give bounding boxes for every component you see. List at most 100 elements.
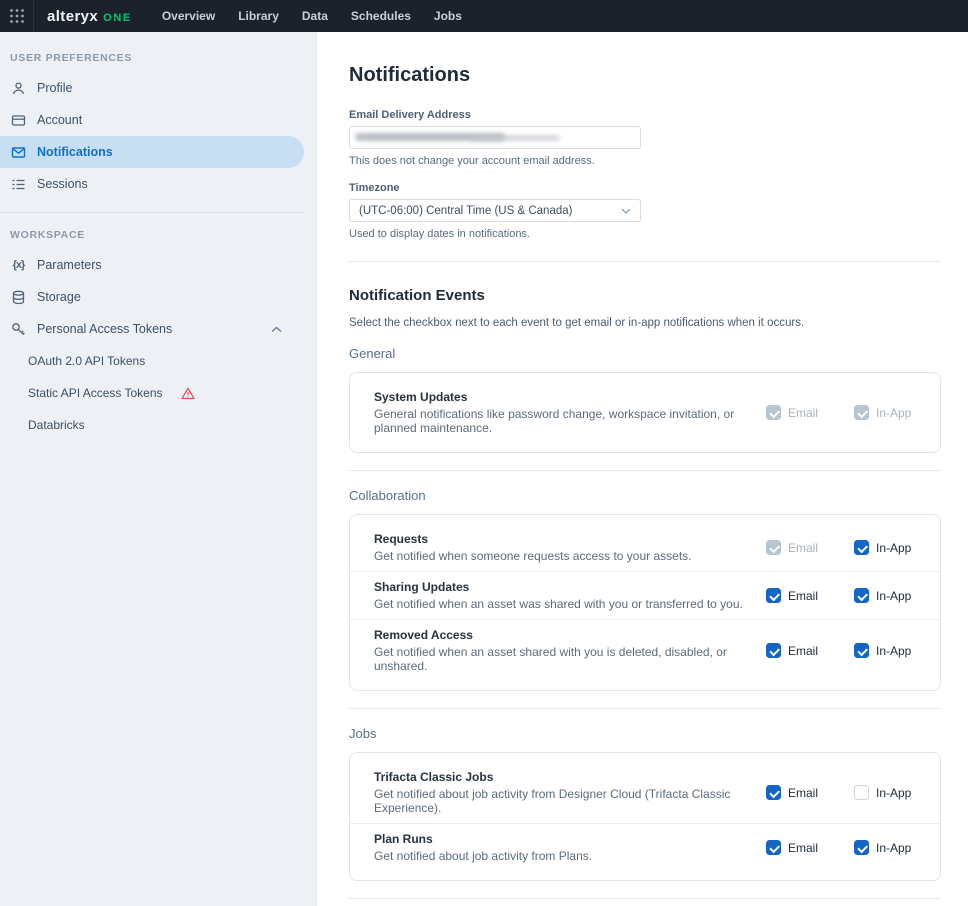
event-card: Requests Get notified when someone reque… [349,514,941,691]
warning-icon [181,387,195,400]
checkbox[interactable] [854,405,869,420]
inapp-checkbox[interactable]: In-App [854,588,916,603]
sidebar-item-label: Storage [37,290,81,304]
checkbox[interactable] [766,785,781,800]
checkbox[interactable] [766,405,781,420]
redacted-email-value [470,135,560,141]
checkbox[interactable] [854,540,869,555]
event-group-collaboration: Collaboration Requests Get notified when… [349,470,941,691]
event-group-general: General System Updates General notificat… [349,346,941,453]
checkbox[interactable] [854,785,869,800]
event-description: General notifications like password chan… [374,407,752,435]
sidebar-item-label: Sessions [37,177,88,191]
checkbox[interactable] [854,840,869,855]
inapp-checkbox[interactable]: In-App [854,643,916,658]
inapp-checkbox[interactable]: In-App [854,840,916,855]
checkbox[interactable] [766,588,781,603]
sidebar-item-static-api-access-tokens[interactable]: Static API Access Tokens [0,377,304,409]
user-icon [10,80,27,97]
event-row-trifacta-classic-jobs: Trifacta Classic Jobs Get notified about… [350,762,940,823]
sidebar-item-label: Account [37,113,82,127]
content-divider [349,261,941,262]
event-row-removed-access: Removed Access Get notified when an asse… [350,619,940,681]
nav-item-library[interactable]: Library [238,9,279,23]
event-title: Trifacta Classic Jobs [374,770,752,784]
sidebar-item-sessions[interactable]: Sessions [0,168,304,200]
nav-item-schedules[interactable]: Schedules [351,9,411,23]
event-title: Plan Runs [374,832,752,846]
event-card: System Updates General notifications lik… [349,372,941,453]
timezone-select[interactable]: (UTC-06:00) Central Time (US & Canada) [349,199,641,222]
top-navigation: Overview Library Data Schedules Jobs [162,9,462,23]
email-delivery-label: Email Delivery Address [349,109,941,121]
sidebar-section-workspace: WORKSPACE [0,217,316,249]
event-description: Get notified about job activity from Des… [374,787,752,815]
event-row-system-updates: System Updates General notifications lik… [350,382,940,443]
event-title: Requests [374,532,752,546]
sidebar-item-parameters[interactable]: {x} Parameters [0,249,304,281]
group-label: General [349,346,941,361]
checkbox[interactable] [766,540,781,555]
logo-brand-text: alteryx [47,8,98,25]
nav-item-jobs[interactable]: Jobs [434,9,462,23]
event-title: Sharing Updates [374,580,752,594]
email-checkbox[interactable]: Email [766,588,828,603]
group-divider [349,708,941,709]
notification-events-title: Notification Events [349,287,941,304]
inapp-checkbox[interactable]: In-App [854,405,916,420]
sidebar-section-user-preferences: USER PREFERENCES [0,40,316,72]
timezone-selected-value: (UTC-06:00) Central Time (US & Canada) [359,205,572,217]
sidebar-item-label: Profile [37,81,72,95]
event-group-jobs: Jobs Trifacta Classic Jobs Get notified … [349,708,941,881]
email-checkbox[interactable]: Email [766,540,828,555]
sidebar-item-label: Personal Access Tokens [37,322,172,336]
timezone-label: Timezone [349,182,941,194]
email-delivery-field: Email Delivery Address This does not cha… [349,109,941,167]
page-title: Notifications [349,64,941,87]
email-checkbox[interactable]: Email [766,840,828,855]
sidebar-item-profile[interactable]: Profile [0,72,304,104]
event-row-plan-runs: Plan Runs Get notified about job activit… [350,823,940,871]
app-grid-button[interactable] [0,0,34,32]
sidebar-divider [0,212,304,213]
checkbox[interactable] [854,588,869,603]
event-title: System Updates [374,390,752,404]
sidebar-item-databricks[interactable]: Databricks [0,409,304,441]
sidebar-item-personal-access-tokens[interactable]: Personal Access Tokens [0,313,304,345]
event-description: Get notified when an asset was shared wi… [374,597,752,611]
timezone-field: Timezone (UTC-06:00) Central Time (US & … [349,182,941,240]
email-checkbox[interactable]: Email [766,643,828,658]
email-checkbox[interactable]: Email [766,785,828,800]
email-checkbox[interactable]: Email [766,405,828,420]
key-icon [10,321,27,338]
inapp-checkbox[interactable]: In-App [854,785,916,800]
checkbox[interactable] [766,643,781,658]
checkbox[interactable] [854,643,869,658]
inapp-checkbox[interactable]: In-App [854,540,916,555]
topbar: alteryx ONE Overview Library Data Schedu… [0,0,968,32]
chevron-down-icon [621,208,631,214]
event-row-sharing-updates: Sharing Updates Get notified when an ass… [350,571,940,619]
notifications-settings-panel: Notifications Email Delivery Address Thi… [317,32,968,906]
sidebar-item-storage[interactable]: Storage [0,281,304,313]
braces-icon: {x} [10,257,27,274]
event-card: Trifacta Classic Jobs Get notified about… [349,752,941,881]
event-description: Get notified when someone requests acces… [374,549,752,563]
sidebar-item-notifications[interactable]: Notifications [0,136,304,168]
sidebar-item-oauth-api-tokens[interactable]: OAuth 2.0 API Tokens [0,345,304,377]
checkbox[interactable] [766,840,781,855]
database-icon [10,289,27,306]
sidebar-item-label: Parameters [37,258,102,272]
event-row-requests: Requests Get notified when someone reque… [350,524,940,571]
nav-item-data[interactable]: Data [302,9,328,23]
group-label: Jobs [349,726,941,741]
group-divider [349,898,941,899]
chevron-up-icon[interactable] [271,322,282,336]
nav-item-overview[interactable]: Overview [162,9,215,23]
sidebar-item-account[interactable]: Account [0,104,304,136]
email-helper-text: This does not change your account email … [349,155,941,167]
list-icon [10,176,27,193]
email-delivery-input[interactable] [349,126,641,149]
event-title: Removed Access [374,628,752,642]
card-icon [10,112,27,129]
